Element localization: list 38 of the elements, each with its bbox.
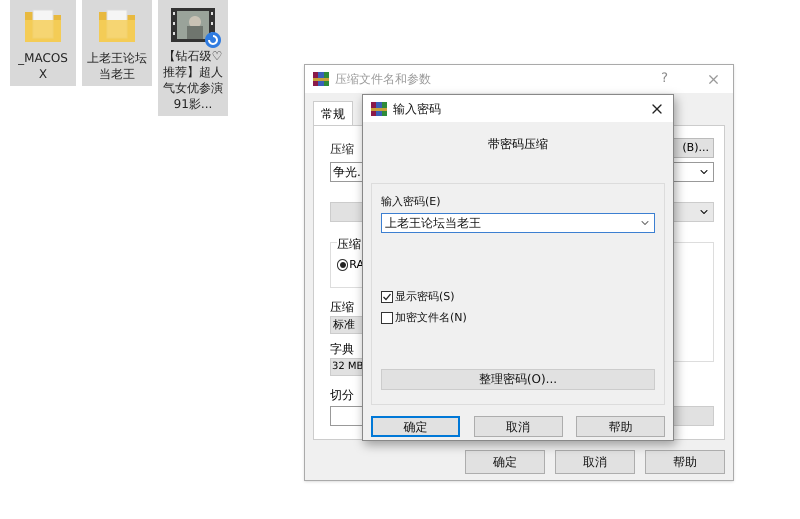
help-button[interactable]: ? (661, 69, 668, 89)
dictionary-dropdown[interactable]: 32 MB (330, 358, 364, 376)
window-title: 压缩文件名和参数 (335, 71, 432, 88)
tab[interactable]: 常规 (313, 101, 353, 125)
profile-button[interactable] (330, 202, 364, 222)
field-label: 字典 (330, 341, 355, 358)
dialog-button[interactable]: 帮助 (645, 450, 725, 474)
field-label: 切分 (330, 387, 355, 404)
folder-icon (23, 8, 63, 44)
field-label: 压缩 (330, 141, 354, 158)
video-file-icon (171, 8, 215, 42)
field-label: 输入密码(E) (381, 194, 442, 210)
desktop-icon[interactable]: _MACOSX (10, 0, 76, 86)
dialog-button[interactable]: 确定 (465, 450, 545, 474)
field-label: 压缩 (330, 299, 355, 316)
archive-app-icon (313, 72, 329, 86)
organize-passwords-button[interactable]: 整理密码(O)... (381, 368, 655, 390)
method-dropdown[interactable]: 标准 (330, 316, 364, 334)
dialog-heading: 带密码压缩 (487, 136, 549, 153)
desktop-icon[interactable]: 【钻石级♡推荐】超人气女优参演91影... (158, 0, 228, 116)
desktop-icon[interactable]: 上老王论坛当老王 (82, 0, 152, 86)
sync-badge-icon (205, 32, 221, 48)
icon-label: 上老王论坛当老王 (86, 50, 148, 82)
checkbox-label: 加密文件名(N) (395, 310, 467, 326)
dialog-button[interactable]: 取消 (555, 450, 635, 474)
checkbox[interactable] (381, 290, 393, 303)
dialog-button[interactable]: 确定 (371, 416, 460, 437)
icon-label: _MACOSX (17, 50, 69, 82)
checkbox-label: 显示密码(S) (395, 288, 455, 304)
window-title: 输入密码 (393, 100, 442, 118)
checkbox[interactable] (381, 312, 393, 324)
password-field[interactable]: 上老王论坛当老王 (381, 212, 655, 232)
radio-button[interactable] (337, 259, 348, 272)
folder-icon (97, 8, 137, 44)
archive-app-icon (371, 102, 387, 116)
dialog-button[interactable]: 帮助 (576, 416, 665, 437)
icon-label: 【钻石级♡推荐】超人气女优参演91影... (162, 48, 224, 112)
dialog-button[interactable]: 取消 (474, 416, 562, 437)
